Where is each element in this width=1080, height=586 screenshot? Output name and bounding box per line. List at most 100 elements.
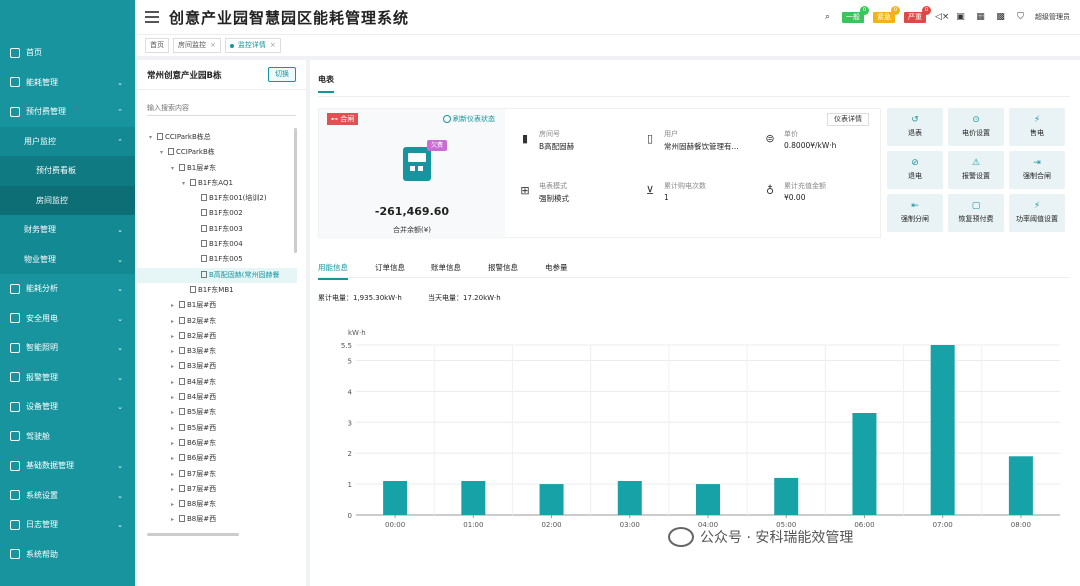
sidebar-item[interactable]: 系统帮助 [0, 540, 135, 570]
tree-node[interactable]: ▸ B7层#东 [137, 467, 297, 482]
sidebar-item[interactable]: 能耗管理 ⌄ [0, 68, 135, 98]
sidebar-item[interactable]: 物业管理 ⌄ [0, 244, 135, 274]
theme-icon[interactable]: ⛉ [1015, 12, 1026, 23]
sub-tab[interactable]: 电参量 [545, 262, 568, 278]
tab-room-monitor[interactable]: 房间监控 × [173, 38, 221, 53]
close-icon[interactable]: × [270, 39, 276, 52]
tree-node[interactable]: B1F东005 [137, 252, 297, 267]
sidebar-item[interactable]: 首页 [0, 38, 135, 68]
tree-scrollbar-horizontal[interactable] [147, 533, 239, 536]
tree-node[interactable]: ▸ B3层#西 [137, 359, 297, 374]
expand-down-icon[interactable]: ▾ [160, 145, 168, 160]
sub-tab[interactable]: 账单信息 [431, 262, 461, 278]
tree-node[interactable]: B1F东003 [137, 222, 297, 237]
tree-node[interactable]: ▸ B2层#西 [137, 329, 297, 344]
sub-tab[interactable]: 用能信息 [318, 262, 348, 280]
op-button[interactable]: ⚡ 功率阈值设置 [1009, 194, 1065, 232]
tree-node[interactable]: B高配固赫(常州固赫餐 [137, 267, 297, 283]
expand-down-icon[interactable]: ▾ [182, 176, 190, 191]
sidebar-item[interactable]: 房间监控 [0, 185, 135, 215]
expand-right-icon[interactable]: ▸ [171, 298, 179, 313]
expand-right-icon[interactable]: ▸ [171, 467, 179, 482]
expand-right-icon[interactable]: ▸ [171, 421, 179, 436]
screen-icon[interactable]: ▣ [955, 12, 966, 23]
sidebar-item[interactable]: 日志管理 ⌄ [0, 510, 135, 540]
grid-icon[interactable]: ▦ [975, 12, 986, 23]
tree-node[interactable]: B1F东004 [137, 237, 297, 252]
switch-building-button[interactable]: 切换 [268, 67, 296, 82]
tree-scrollbar-vertical[interactable] [294, 128, 297, 253]
op-button[interactable]: ⊘ 退电 [887, 151, 943, 189]
sidebar-item[interactable]: 预付费看板 [0, 156, 135, 186]
tree-search-input[interactable] [147, 100, 296, 116]
tree-node[interactable]: ▾ B1层#东 [137, 161, 297, 176]
tree-node[interactable]: ▸ B8层#西 [137, 512, 297, 527]
tab-meter[interactable]: 电表 [318, 74, 334, 93]
tree-node[interactable]: ▸ B2层#东 [137, 314, 297, 329]
sub-tab[interactable]: 订单信息 [375, 262, 405, 278]
tree-node[interactable]: ▸ B1层#西 [137, 298, 297, 313]
tree-node[interactable]: B1F东002 [137, 206, 297, 221]
expand-right-icon[interactable]: ▸ [171, 405, 179, 420]
op-button[interactable]: ↺ 退表 [887, 108, 943, 146]
expand-right-icon[interactable]: ▸ [171, 512, 179, 527]
sidebar-item[interactable]: 预付费管理 ⌃ [0, 97, 135, 127]
tree-node[interactable]: ▸ B6层#东 [137, 436, 297, 451]
sidebar-item[interactable]: 基础数据管理 ⌄ [0, 451, 135, 481]
sidebar-item[interactable]: 财务管理 ⌄ [0, 215, 135, 245]
expand-right-icon[interactable]: ▸ [171, 482, 179, 497]
alarm-badge[interactable]: 一般 0 [842, 5, 869, 23]
sidebar-item[interactable]: 能耗分析 ⌄ [0, 274, 135, 304]
op-button[interactable]: ⊙ 电价设置 [948, 108, 1004, 146]
tree-node[interactable]: B1F东001(培训2) [137, 191, 297, 206]
tree-node[interactable]: B1F东MB1 [137, 283, 297, 298]
expand-right-icon[interactable]: ▸ [171, 390, 179, 405]
sidebar-item[interactable]: 设备管理 ⌄ [0, 392, 135, 422]
tree-node[interactable]: ▸ B8层#东 [137, 497, 297, 512]
expand-right-icon[interactable]: ▸ [171, 436, 179, 451]
sidebar-item[interactable]: 智能照明 ⌄ [0, 333, 135, 363]
sidebar-item[interactable]: 用户监控 ⌃ [0, 126, 135, 156]
menu-toggle-icon[interactable] [145, 11, 159, 23]
op-button[interactable]: ⚡ 售电 [1009, 108, 1065, 146]
expand-right-icon[interactable]: ▸ [171, 359, 179, 374]
close-icon[interactable]: × [210, 39, 216, 52]
sub-tab[interactable]: 报警信息 [488, 262, 518, 278]
op-button[interactable]: ⇤ 强制分闸 [887, 194, 943, 232]
tree-node[interactable]: ▸ B7层#西 [137, 482, 297, 497]
user-name[interactable]: 超级管理员 [1035, 12, 1070, 22]
tree-node[interactable]: ▸ B4层#西 [137, 390, 297, 405]
op-button[interactable]: ⇥ 强制合闸 [1009, 151, 1065, 189]
meter-detail-button[interactable]: 仪表详情 [827, 113, 869, 126]
tree-node[interactable]: ▾ CCIParkB栋总 [137, 130, 297, 145]
refresh-meter-button[interactable]: 刷新仪表状态 [443, 114, 495, 124]
expand-down-icon[interactable]: ▾ [149, 130, 157, 145]
expand-right-icon[interactable]: ▸ [171, 451, 179, 466]
tree-node[interactable]: ▾ B1F东AQ1 [137, 176, 297, 191]
expand-right-icon[interactable]: ▸ [171, 344, 179, 359]
tab-home[interactable]: 首页 [145, 38, 169, 53]
tree-node[interactable]: ▸ B5层#西 [137, 421, 297, 436]
tree-node[interactable]: ▾ CCIParkB栋 [137, 145, 297, 160]
sidebar-item[interactable]: 安全用电 ⌄ [0, 304, 135, 334]
tab-monitor-detail[interactable]: 监控详情 × [224, 38, 281, 53]
expand-right-icon[interactable]: ▸ [171, 329, 179, 344]
expand-right-icon[interactable]: ▸ [171, 497, 179, 512]
expand-right-icon[interactable]: ▸ [171, 375, 179, 390]
op-button[interactable]: ▢ 恢复预付费 [948, 194, 1004, 232]
op-button[interactable]: ⚠ 报警设置 [948, 151, 1004, 189]
tree-node[interactable]: ▸ B3层#东 [137, 344, 297, 359]
qrcode-icon[interactable]: ▩ [995, 12, 1006, 23]
tree-node[interactable]: ▸ B5层#东 [137, 405, 297, 420]
sidebar-item[interactable]: 系统设置 ⌄ [0, 481, 135, 511]
sidebar-item[interactable]: 报警管理 ⌄ [0, 363, 135, 393]
expand-down-icon[interactable]: ▾ [171, 161, 179, 176]
sidebar-item[interactable]: 驾驶舱 [0, 422, 135, 452]
tree-node[interactable]: ▸ B6层#西 [137, 451, 297, 466]
mute-icon[interactable]: ◁× [935, 12, 949, 23]
expand-right-icon[interactable]: ▸ [171, 314, 179, 329]
alarm-badge[interactable]: 紧急 0 [873, 5, 900, 23]
search-icon[interactable]: ⌕ [822, 12, 833, 23]
alarm-badge[interactable]: 严重 0 [904, 5, 931, 23]
tree-node[interactable]: ▸ B4层#东 [137, 375, 297, 390]
